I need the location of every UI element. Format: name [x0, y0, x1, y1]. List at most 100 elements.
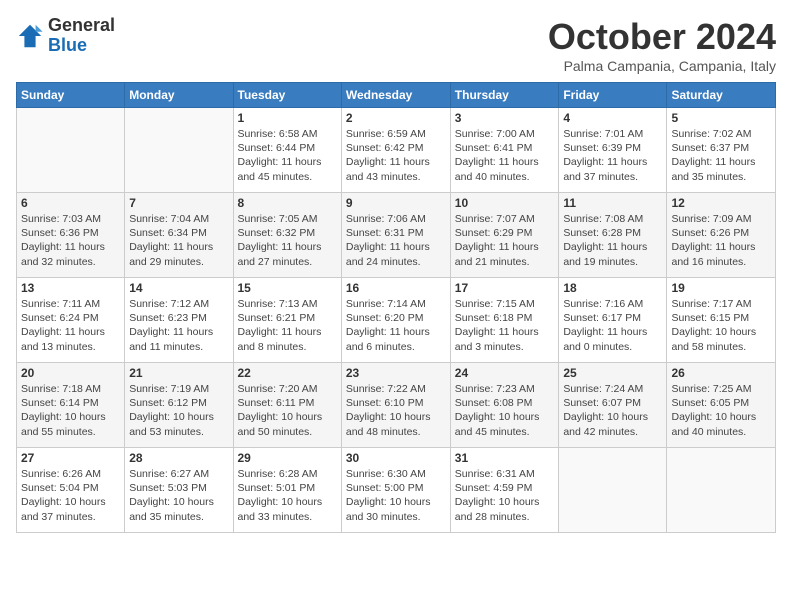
day-number: 26 [671, 366, 771, 380]
week-row-3: 13Sunrise: 7:11 AM Sunset: 6:24 PM Dayli… [17, 278, 776, 363]
calendar-cell: 3 Sunrise: 7:00 AM Sunset: 6:41 PM Daylig… [450, 108, 559, 193]
day-number: 14 [129, 281, 228, 295]
weekday-header-tuesday: Tuesday [233, 83, 341, 108]
day-info: Sunrise: 6:59 AM Sunset: 6:42 PM Dayligh… [346, 127, 446, 184]
day-number: 29 [238, 451, 337, 465]
calendar-cell [667, 448, 776, 533]
calendar-cell: 21 Sunrise: 7:19 AM Sunset: 6:12 PM Dayli… [125, 363, 233, 448]
calendar-cell: 9 Sunrise: 7:06 AM Sunset: 6:31 PM Daylig… [341, 193, 450, 278]
week-row-1: 1Sunrise: 6:58 AM Sunset: 6:44 PM Daylig… [17, 108, 776, 193]
day-info: Sunrise: 7:16 AM Sunset: 6:17 PM Dayligh… [563, 297, 662, 354]
weekday-header-sunday: Sunday [17, 83, 125, 108]
calendar-cell: 31 Sunrise: 6:31 AM Sunset: 4:59 PM Dayli… [450, 448, 559, 533]
calendar-cell: 11Sunrise: 7:08 AM Sunset: 6:28 PM Dayli… [559, 193, 667, 278]
day-info: Sunrise: 6:28 AM Sunset: 5:01 PM Dayligh… [238, 467, 337, 524]
calendar-cell: 25 Sunrise: 7:24 AM Sunset: 6:07 PM Dayli… [559, 363, 667, 448]
calendar-cell: 20 Sunrise: 7:18 AM Sunset: 6:14 PM Dayli… [17, 363, 125, 448]
day-number: 12 [671, 196, 771, 210]
logo-text: General Blue [48, 16, 115, 56]
day-number: 9 [346, 196, 446, 210]
day-number: 10 [455, 196, 555, 210]
day-number: 21 [129, 366, 228, 380]
calendar-cell: 14 Sunrise: 7:12 AM Sunset: 6:23 PM Dayli… [125, 278, 233, 363]
weekday-header-row: SundayMondayTuesdayWednesdayThursdayFrid… [17, 83, 776, 108]
weekday-header-saturday: Saturday [667, 83, 776, 108]
day-number: 15 [238, 281, 337, 295]
calendar-cell: 17Sunrise: 7:15 AM Sunset: 6:18 PM Dayli… [450, 278, 559, 363]
location: Palma Campania, Campania, Italy [548, 58, 776, 74]
week-row-2: 6 Sunrise: 7:03 AM Sunset: 6:36 PM Daylig… [17, 193, 776, 278]
day-info: Sunrise: 7:06 AM Sunset: 6:31 PM Dayligh… [346, 212, 446, 269]
weekday-header-thursday: Thursday [450, 83, 559, 108]
calendar-cell: 13Sunrise: 7:11 AM Sunset: 6:24 PM Dayli… [17, 278, 125, 363]
day-number: 6 [21, 196, 120, 210]
calendar-cell: 29 Sunrise: 6:28 AM Sunset: 5:01 PM Dayli… [233, 448, 341, 533]
calendar-cell: 15 Sunrise: 7:13 AM Sunset: 6:21 PM Dayli… [233, 278, 341, 363]
logo: General Blue [16, 16, 115, 56]
title-block: October 2024 Palma Campania, Campania, I… [548, 16, 776, 74]
day-info: Sunrise: 7:08 AM Sunset: 6:28 PM Dayligh… [563, 212, 662, 269]
calendar-cell: 1Sunrise: 6:58 AM Sunset: 6:44 PM Daylig… [233, 108, 341, 193]
day-info: Sunrise: 7:02 AM Sunset: 6:37 PM Dayligh… [671, 127, 771, 184]
calendar-cell: 10 Sunrise: 7:07 AM Sunset: 6:29 PM Dayli… [450, 193, 559, 278]
day-info: Sunrise: 7:11 AM Sunset: 6:24 PM Dayligh… [21, 297, 120, 354]
day-info: Sunrise: 7:14 AM Sunset: 6:20 PM Dayligh… [346, 297, 446, 354]
logo-icon [16, 22, 44, 50]
day-info: Sunrise: 7:19 AM Sunset: 6:12 PM Dayligh… [129, 382, 228, 439]
day-info: Sunrise: 7:07 AM Sunset: 6:29 PM Dayligh… [455, 212, 555, 269]
calendar-cell: 23 Sunrise: 7:22 AM Sunset: 6:10 PM Dayli… [341, 363, 450, 448]
weekday-header-monday: Monday [125, 83, 233, 108]
day-info: Sunrise: 7:22 AM Sunset: 6:10 PM Dayligh… [346, 382, 446, 439]
calendar-cell: 19Sunrise: 7:17 AM Sunset: 6:15 PM Dayli… [667, 278, 776, 363]
day-number: 1 [238, 111, 337, 125]
day-number: 7 [129, 196, 228, 210]
day-info: Sunrise: 7:20 AM Sunset: 6:11 PM Dayligh… [238, 382, 337, 439]
day-number: 17 [455, 281, 555, 295]
day-info: Sunrise: 7:00 AM Sunset: 6:41 PM Dayligh… [455, 127, 555, 184]
day-number: 2 [346, 111, 446, 125]
calendar-cell [17, 108, 125, 193]
calendar-cell: 26Sunrise: 7:25 AM Sunset: 6:05 PM Dayli… [667, 363, 776, 448]
day-number: 3 [455, 111, 555, 125]
calendar-cell: 28Sunrise: 6:27 AM Sunset: 5:03 PM Dayli… [125, 448, 233, 533]
calendar-cell: 5 Sunrise: 7:02 AM Sunset: 6:37 PM Daylig… [667, 108, 776, 193]
day-info: Sunrise: 7:13 AM Sunset: 6:21 PM Dayligh… [238, 297, 337, 354]
day-info: Sunrise: 7:17 AM Sunset: 6:15 PM Dayligh… [671, 297, 771, 354]
page-header: General Blue October 2024 Palma Campania… [16, 16, 776, 74]
calendar-cell [559, 448, 667, 533]
day-number: 23 [346, 366, 446, 380]
week-row-4: 20 Sunrise: 7:18 AM Sunset: 6:14 PM Dayli… [17, 363, 776, 448]
day-info: Sunrise: 7:18 AM Sunset: 6:14 PM Dayligh… [21, 382, 120, 439]
calendar-cell [125, 108, 233, 193]
calendar-cell: 27 Sunrise: 6:26 AM Sunset: 5:04 PM Dayli… [17, 448, 125, 533]
day-number: 22 [238, 366, 337, 380]
day-info: Sunrise: 7:12 AM Sunset: 6:23 PM Dayligh… [129, 297, 228, 354]
day-info: Sunrise: 7:09 AM Sunset: 6:26 PM Dayligh… [671, 212, 771, 269]
day-number: 27 [21, 451, 120, 465]
calendar-cell: 6 Sunrise: 7:03 AM Sunset: 6:36 PM Daylig… [17, 193, 125, 278]
day-number: 25 [563, 366, 662, 380]
calendar-cell: 24Sunrise: 7:23 AM Sunset: 6:08 PM Dayli… [450, 363, 559, 448]
day-info: Sunrise: 6:26 AM Sunset: 5:04 PM Dayligh… [21, 467, 120, 524]
day-number: 4 [563, 111, 662, 125]
day-number: 18 [563, 281, 662, 295]
day-info: Sunrise: 6:31 AM Sunset: 4:59 PM Dayligh… [455, 467, 555, 524]
day-number: 16 [346, 281, 446, 295]
logo-general: General [48, 16, 115, 36]
calendar-cell: 16 Sunrise: 7:14 AM Sunset: 6:20 PM Dayli… [341, 278, 450, 363]
logo-blue: Blue [48, 36, 115, 56]
week-row-5: 27 Sunrise: 6:26 AM Sunset: 5:04 PM Dayli… [17, 448, 776, 533]
day-info: Sunrise: 6:30 AM Sunset: 5:00 PM Dayligh… [346, 467, 446, 524]
day-info: Sunrise: 7:01 AM Sunset: 6:39 PM Dayligh… [563, 127, 662, 184]
day-number: 31 [455, 451, 555, 465]
day-info: Sunrise: 7:05 AM Sunset: 6:32 PM Dayligh… [238, 212, 337, 269]
calendar-cell: 22 Sunrise: 7:20 AM Sunset: 6:11 PM Dayli… [233, 363, 341, 448]
calendar-cell: 18 Sunrise: 7:16 AM Sunset: 6:17 PM Dayli… [559, 278, 667, 363]
day-info: Sunrise: 7:03 AM Sunset: 6:36 PM Dayligh… [21, 212, 120, 269]
calendar-cell: 7Sunrise: 7:04 AM Sunset: 6:34 PM Daylig… [125, 193, 233, 278]
month-title: October 2024 [548, 16, 776, 58]
day-info: Sunrise: 7:24 AM Sunset: 6:07 PM Dayligh… [563, 382, 662, 439]
calendar: SundayMondayTuesdayWednesdayThursdayFrid… [16, 82, 776, 533]
day-number: 5 [671, 111, 771, 125]
day-number: 20 [21, 366, 120, 380]
